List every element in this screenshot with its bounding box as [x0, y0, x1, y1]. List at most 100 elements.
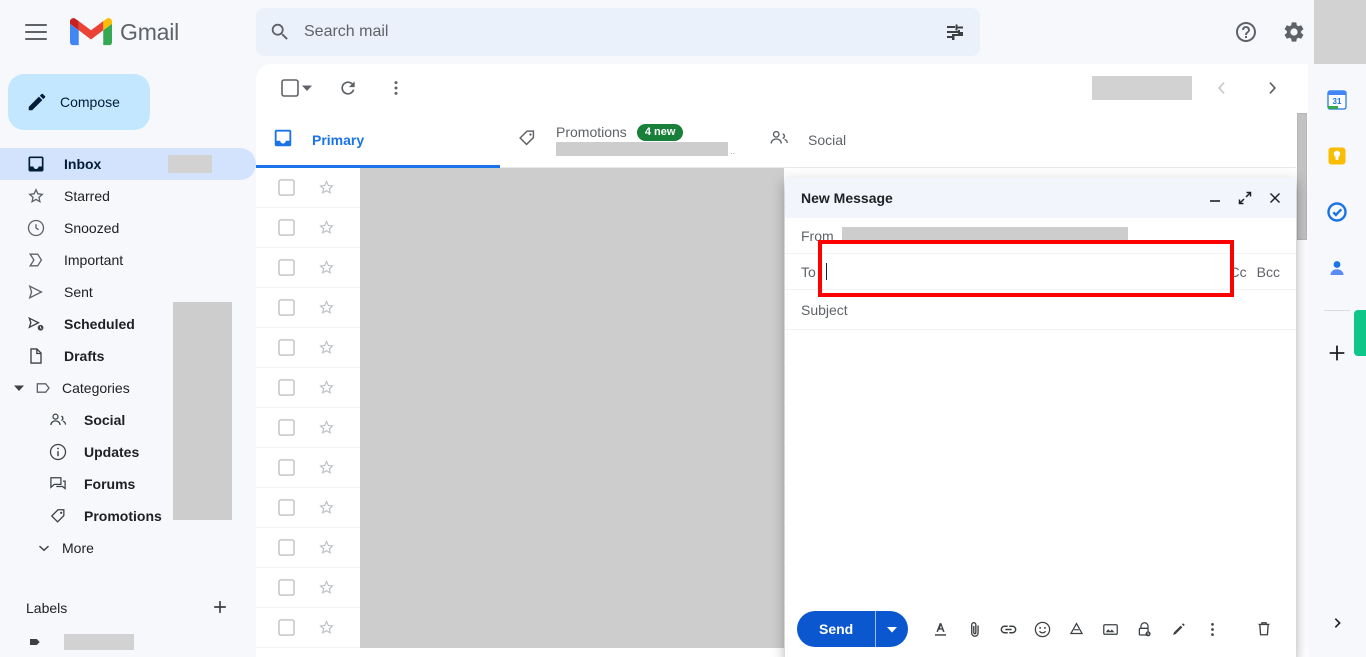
scrollbar-thumb[interactable] — [1297, 113, 1307, 240]
sidebar-item-snoozed[interactable]: Snoozed — [0, 212, 256, 244]
row-checkbox[interactable] — [270, 612, 302, 644]
star-outline-icon[interactable] — [310, 212, 342, 244]
pencil-icon — [28, 93, 46, 111]
caret-down-icon[interactable] — [302, 83, 312, 93]
to-input[interactable] — [826, 254, 1230, 289]
compose-header[interactable]: New Message — [785, 178, 1296, 218]
from-field[interactable]: From — [785, 218, 1296, 254]
select-all-control[interactable] — [270, 68, 312, 108]
previous-page-button[interactable] — [1202, 68, 1242, 108]
send-button-group[interactable]: Send — [797, 611, 909, 647]
help-button[interactable] — [1222, 8, 1270, 56]
search-bar[interactable] — [256, 8, 980, 56]
subject-field[interactable]: Subject — [785, 290, 1296, 330]
compose-more-options-button[interactable] — [1196, 613, 1228, 645]
tab-promotions[interactable]: Promotions 4 new .. — [500, 112, 752, 167]
insert-photo-button[interactable] — [1094, 613, 1126, 645]
row-checkbox[interactable] — [270, 412, 302, 444]
tab-preview-ellipsis: .. — [730, 145, 736, 156]
send-options-button[interactable] — [876, 611, 908, 647]
side-panel-green-tab[interactable] — [1354, 310, 1366, 356]
sidebar-item-starred[interactable]: Starred — [0, 180, 256, 212]
row-checkbox[interactable] — [270, 172, 302, 204]
cc-button[interactable]: Cc — [1230, 264, 1247, 280]
message-body-input[interactable] — [785, 330, 1296, 601]
bcc-button[interactable]: Bcc — [1257, 264, 1280, 280]
star-outline-icon[interactable] — [310, 172, 342, 204]
add-side-panel-app-button[interactable] — [1317, 333, 1357, 373]
compose-close-button[interactable] — [1262, 185, 1288, 211]
chevron-right-icon — [1269, 82, 1277, 94]
promotions-new-badge: 4 new — [636, 123, 684, 141]
row-checkbox[interactable] — [270, 372, 302, 404]
settings-button[interactable] — [1270, 8, 1318, 56]
search-input[interactable] — [304, 8, 932, 56]
row-checkbox[interactable] — [270, 452, 302, 484]
confidential-mode-button[interactable] — [1128, 613, 1160, 645]
sidebar-item-more[interactable]: More — [0, 532, 256, 564]
refresh-button[interactable] — [328, 68, 368, 108]
compose-fullscreen-button[interactable] — [1232, 185, 1258, 211]
tab-primary[interactable]: Primary — [256, 112, 500, 168]
row-checkbox[interactable] — [270, 252, 302, 284]
mail-list-scrollbar[interactable] — [1296, 113, 1308, 657]
next-page-button[interactable] — [1252, 68, 1292, 108]
google-keep-icon[interactable] — [1317, 136, 1357, 176]
label-list-item[interactable] — [0, 626, 256, 657]
attach-file-button[interactable] — [958, 613, 990, 645]
to-field[interactable]: To Cc Bcc — [785, 254, 1296, 290]
tune-filter-icon — [947, 24, 963, 40]
sidebar-item-important[interactable]: Important — [0, 244, 256, 276]
star-outline-icon[interactable] — [310, 412, 342, 444]
compose-button[interactable]: Compose — [8, 74, 150, 130]
add-label-button[interactable] — [210, 597, 230, 620]
row-checkbox[interactable] — [270, 292, 302, 324]
insert-signature-button[interactable] — [1162, 613, 1194, 645]
row-checkbox[interactable] — [270, 532, 302, 564]
star-outline-icon[interactable] — [310, 452, 342, 484]
expand-side-panel-button[interactable] — [1317, 603, 1357, 643]
tab-social[interactable]: Social — [752, 112, 992, 167]
account-avatar-redacted[interactable] — [1314, 0, 1366, 64]
people-icon — [768, 127, 790, 152]
inbox-icon — [26, 154, 46, 174]
row-checkbox[interactable] — [270, 572, 302, 604]
discard-draft-button[interactable] — [1248, 613, 1280, 645]
star-outline-icon[interactable] — [310, 332, 342, 364]
hamburger-menu-icon[interactable] — [12, 8, 60, 56]
star-outline-icon[interactable] — [310, 252, 342, 284]
search-filter-options-button[interactable] — [932, 9, 978, 55]
sidebar-item-label: Snoozed — [64, 220, 120, 236]
list-more-options-button[interactable] — [376, 68, 416, 108]
insert-emoji-button[interactable] — [1026, 613, 1058, 645]
send-divider — [875, 611, 877, 647]
star-outline-icon[interactable] — [310, 292, 342, 324]
google-calendar-icon[interactable]: 31 — [1317, 80, 1357, 120]
mail-content-redacted-block — [360, 168, 784, 648]
info-circle-icon — [48, 442, 68, 462]
insert-photo-icon — [1102, 623, 1118, 635]
row-checkbox[interactable] — [270, 492, 302, 524]
row-checkbox[interactable] — [270, 212, 302, 244]
star-outline-icon[interactable] — [310, 372, 342, 404]
google-contacts-icon[interactable] — [1317, 248, 1357, 288]
google-tasks-icon[interactable] — [1317, 192, 1357, 232]
labels-title: Labels — [26, 600, 68, 616]
row-checkbox[interactable] — [270, 332, 302, 364]
compose-minimize-button[interactable] — [1202, 185, 1228, 211]
sidebar-item-inbox[interactable]: Inbox — [0, 148, 256, 180]
inbox-unread-count-redacted — [168, 155, 212, 173]
gmail-logo[interactable]: Gmail — [70, 16, 179, 48]
insert-drive-file-button[interactable] — [1060, 613, 1092, 645]
star-outline-icon[interactable] — [310, 572, 342, 604]
formatting-options-button[interactable] — [924, 613, 956, 645]
star-outline-icon[interactable] — [310, 612, 342, 644]
star-outline-icon[interactable] — [310, 492, 342, 524]
sidebar-item-label: Social — [84, 412, 126, 428]
send-button[interactable]: Send — [797, 611, 875, 647]
sidebar-item-label: Categories — [62, 380, 130, 396]
sidebar-item-label: Scheduled — [64, 316, 135, 332]
insert-link-button[interactable] — [992, 613, 1024, 645]
star-outline-icon[interactable] — [310, 532, 342, 564]
sidebar-item-label: Starred — [64, 188, 110, 204]
